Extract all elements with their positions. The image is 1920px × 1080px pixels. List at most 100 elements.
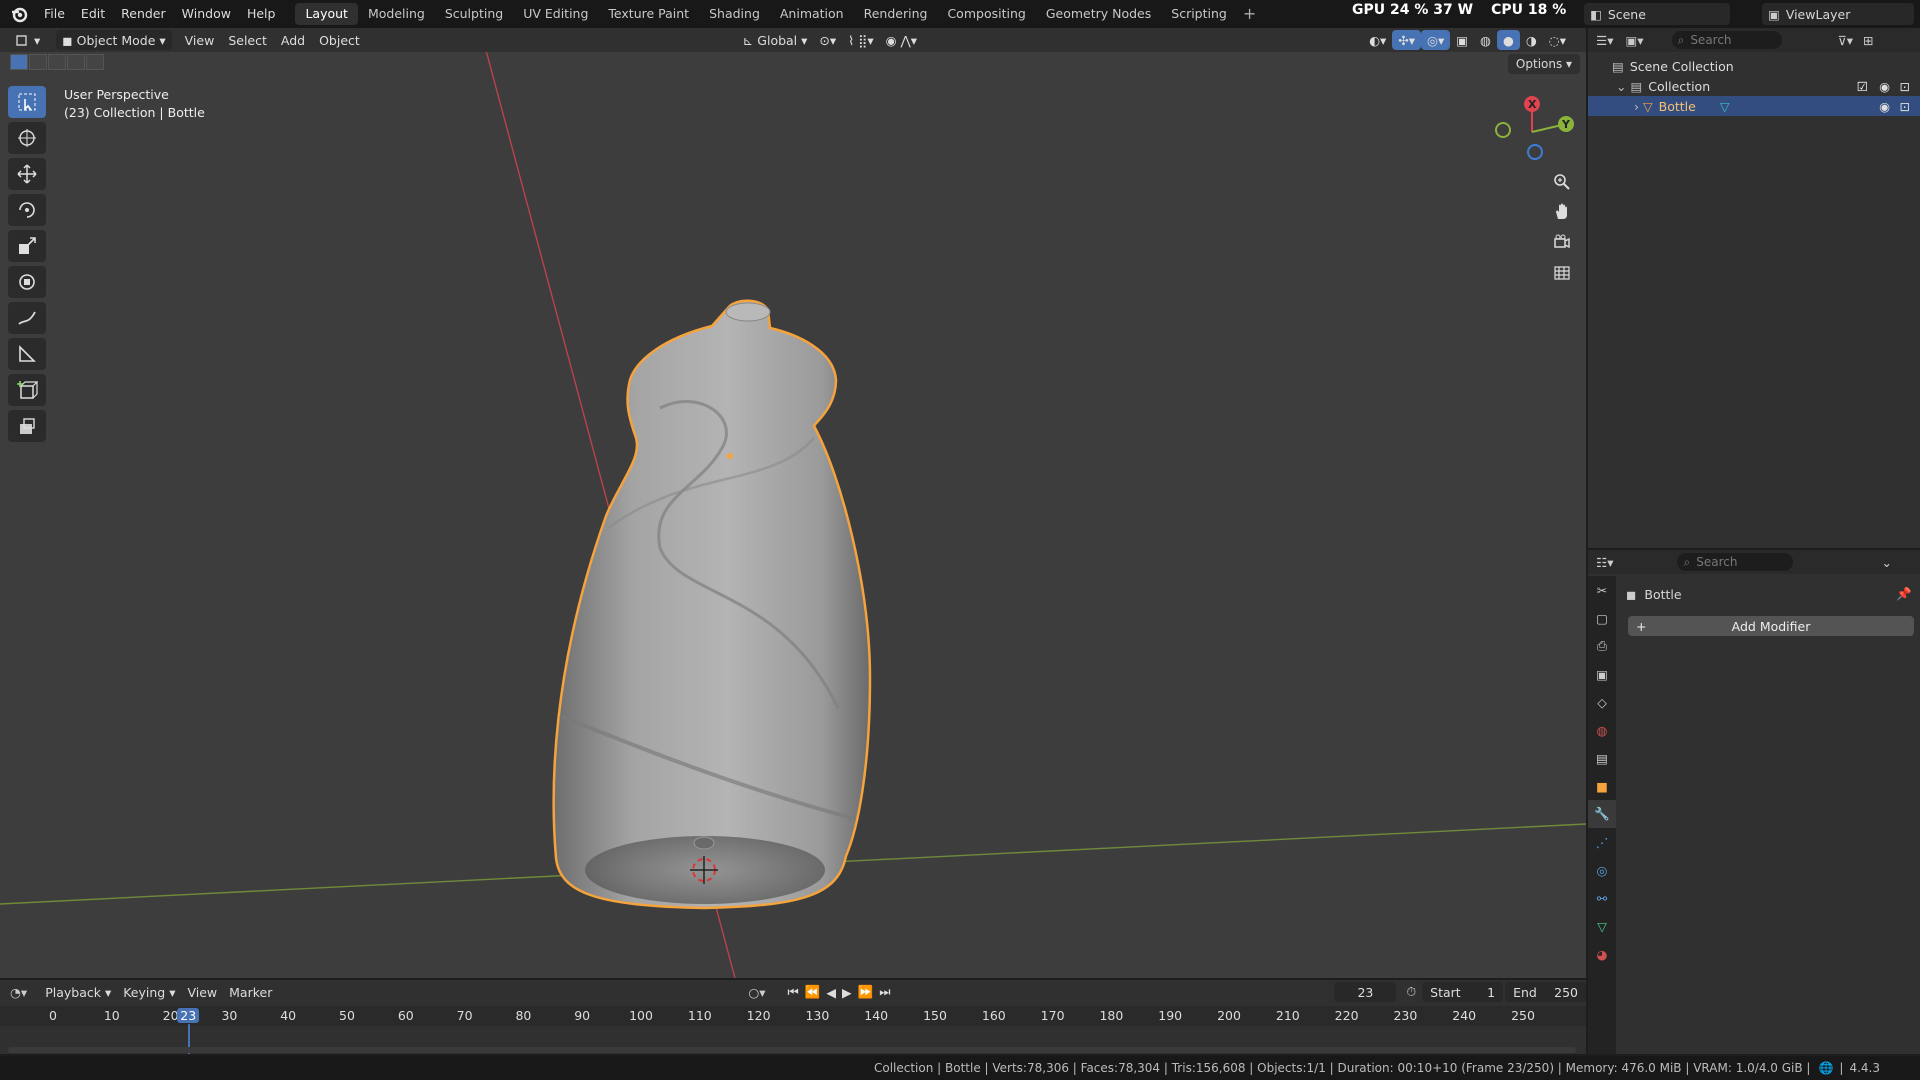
keying-menu[interactable]: Keying ▾ — [117, 982, 181, 1002]
shading-rendered[interactable]: ◌▾ — [1543, 30, 1572, 50]
properties-search-input[interactable]: ⌕ Search — [1677, 553, 1794, 571]
outliner-editor-icon[interactable]: ☰▾ — [1596, 33, 1613, 48]
measure-tool[interactable] — [8, 338, 46, 370]
select-extend-icon[interactable] — [29, 54, 47, 70]
add-workspace-icon[interactable]: + — [1237, 3, 1262, 25]
menu-file[interactable]: File — [36, 0, 73, 28]
select-box-tool[interactable] — [8, 86, 46, 118]
menu-add[interactable]: Add — [274, 33, 312, 48]
auto-key-icon[interactable]: ○▾ — [748, 985, 765, 1000]
timeline-view-menu[interactable]: View — [181, 982, 223, 1002]
playback-menu[interactable]: Playback ▾ — [39, 982, 117, 1002]
extrude-tool[interactable] — [8, 410, 46, 442]
output-tab-icon[interactable]: ⎙ — [1588, 632, 1616, 660]
3d-viewport[interactable]: ▾ ◼ Object Mode ▾ View Select Add Object … — [0, 28, 1586, 978]
tool-tab-icon[interactable]: ✂ — [1588, 576, 1616, 604]
menu-help[interactable]: Help — [239, 0, 284, 28]
mode-dropdown[interactable]: ◼ Object Mode ▾ — [56, 30, 172, 50]
tab-animation[interactable]: Animation — [770, 3, 854, 25]
end-frame-field[interactable]: End 250 — [1505, 982, 1587, 1002]
frame-ruler[interactable]: 0 10 20 30 40 50 60 70 80 90 100 110 120 130 140 150 160… — [0, 1006, 1586, 1026]
outliner-row-collection[interactable]: ⌄ ▤ Collection ☑ ◉ ⊡ — [1588, 76, 1920, 96]
new-collection-icon[interactable]: ⊞ — [1863, 33, 1873, 48]
menu-window[interactable]: Window — [174, 0, 239, 28]
rotate-tool[interactable] — [8, 194, 46, 226]
camera-view-icon[interactable] — [1548, 228, 1576, 256]
start-frame-field[interactable]: Start 1 — [1422, 982, 1504, 1002]
current-frame-marker[interactable]: 23 — [177, 1008, 200, 1023]
render-tab-icon[interactable]: ▢ — [1588, 604, 1616, 632]
display-mode-icon[interactable]: ▣▾ — [1625, 33, 1643, 48]
navigation-gizmo[interactable]: X Y — [1490, 90, 1580, 170]
options-chevron-icon[interactable]: ⌄ — [1881, 555, 1891, 570]
shading-material[interactable]: ◑ — [1520, 30, 1543, 50]
tab-shading[interactable]: Shading — [699, 3, 770, 25]
properties-editor-icon[interactable]: ☷▾ — [1596, 555, 1613, 570]
current-frame-field[interactable]: 23 — [1334, 982, 1397, 1002]
data-tab-icon[interactable]: ▽ — [1588, 912, 1616, 940]
stopwatch-icon[interactable]: ⏱ — [1406, 984, 1416, 1000]
physics-tab-icon[interactable]: ◎ — [1588, 856, 1616, 884]
outliner-row-bottle[interactable]: › ▽ Bottle ▽ ◉ ⊡ — [1588, 96, 1920, 116]
marker-menu[interactable]: Marker — [223, 982, 278, 1002]
mesh-data-icon[interactable]: ▽ — [1720, 99, 1730, 114]
exclude-checkbox[interactable]: ☑ — [1857, 79, 1868, 94]
shading-solid[interactable]: ● — [1496, 30, 1520, 50]
expand-chevron-icon[interactable]: › — [1634, 99, 1639, 114]
scene-tab-icon[interactable]: ◇ — [1588, 688, 1616, 716]
scale-tool[interactable] — [8, 230, 46, 262]
jump-keyframe-back-icon[interactable]: ⏪ — [805, 984, 821, 1000]
collection-tab-icon[interactable]: ▤ — [1588, 744, 1616, 772]
pivot-point-button[interactable]: ⊙▾ — [813, 30, 842, 50]
grid-view-icon[interactable] — [1548, 258, 1576, 286]
jump-start-icon[interactable]: ⏮ — [788, 984, 799, 1000]
outliner-row-scene-collection[interactable]: ▤ Scene Collection — [1588, 56, 1920, 76]
select-intersect-icon[interactable] — [86, 54, 104, 70]
cursor-tool[interactable] — [8, 122, 46, 154]
jump-keyframe-forward-icon[interactable]: ⏩ — [858, 984, 874, 1000]
add-cube-tool[interactable] — [8, 374, 46, 406]
world-tab-icon[interactable]: ◍ — [1588, 716, 1616, 744]
timeline-editor-icon[interactable]: ◔▾ — [10, 985, 27, 1000]
jump-end-icon[interactable]: ⏭ — [879, 984, 890, 1000]
tab-geometry-nodes[interactable]: Geometry Nodes — [1036, 3, 1161, 25]
constraints-tab-icon[interactable]: ⚯ — [1588, 884, 1616, 912]
shading-wireframe[interactable]: ◍ — [1474, 30, 1497, 50]
tab-texture-paint[interactable]: Texture Paint — [598, 3, 699, 25]
overlay-toggle[interactable]: ◎▾ — [1421, 30, 1451, 50]
transform-tool[interactable] — [8, 266, 46, 298]
gizmo-neg-y-icon[interactable] — [1495, 122, 1511, 138]
eye-icon[interactable]: ◉ — [1879, 99, 1890, 114]
object-tab-icon[interactable]: ■ — [1588, 772, 1616, 800]
particles-tab-icon[interactable]: ⋰ — [1588, 828, 1616, 856]
select-subtract-icon[interactable] — [48, 54, 66, 70]
snap-toggle[interactable]: ⌇ ⣿▾ — [842, 30, 880, 50]
annotate-tool[interactable] — [8, 302, 46, 334]
render-camera-icon[interactable]: ⊡ — [1900, 79, 1910, 94]
add-modifier-button[interactable]: + Add Modifier — [1628, 616, 1914, 636]
gizmo-neg-z-icon[interactable] — [1527, 144, 1543, 160]
select-invert-icon[interactable] — [67, 54, 85, 70]
tab-compositing[interactable]: Compositing — [937, 3, 1035, 25]
visibility-button[interactable]: ◐▾ — [1363, 30, 1392, 50]
menu-edit[interactable]: Edit — [73, 0, 113, 28]
tab-rendering[interactable]: Rendering — [854, 3, 938, 25]
material-tab-icon[interactable]: ◕ — [1588, 940, 1616, 968]
blender-logo-icon[interactable] — [8, 3, 30, 25]
view-layer-selector[interactable]: ▣ ViewLayer — [1762, 3, 1914, 25]
collapse-chevron-icon[interactable]: ⌄ — [1616, 79, 1626, 94]
tab-layout[interactable]: Layout — [295, 3, 358, 25]
options-dropdown[interactable]: Options ▾ — [1508, 54, 1580, 74]
menu-view[interactable]: View — [178, 33, 222, 48]
play-icon[interactable]: ▶ — [842, 985, 852, 1000]
editor-type-button[interactable]: ▾ — [8, 30, 46, 50]
zoom-icon[interactable] — [1548, 168, 1576, 196]
menu-render[interactable]: Render — [113, 0, 174, 28]
proportional-edit-button[interactable]: ◉ ⋀▾ — [880, 30, 923, 50]
pan-hand-icon[interactable] — [1548, 198, 1576, 226]
view-layer-tab-icon[interactable]: ▣ — [1588, 660, 1616, 688]
modifier-tab-icon[interactable]: 🔧 — [1588, 800, 1616, 828]
move-tool[interactable] — [8, 158, 46, 190]
eye-icon[interactable]: ◉ — [1879, 79, 1890, 94]
tab-scripting[interactable]: Scripting — [1161, 3, 1237, 25]
